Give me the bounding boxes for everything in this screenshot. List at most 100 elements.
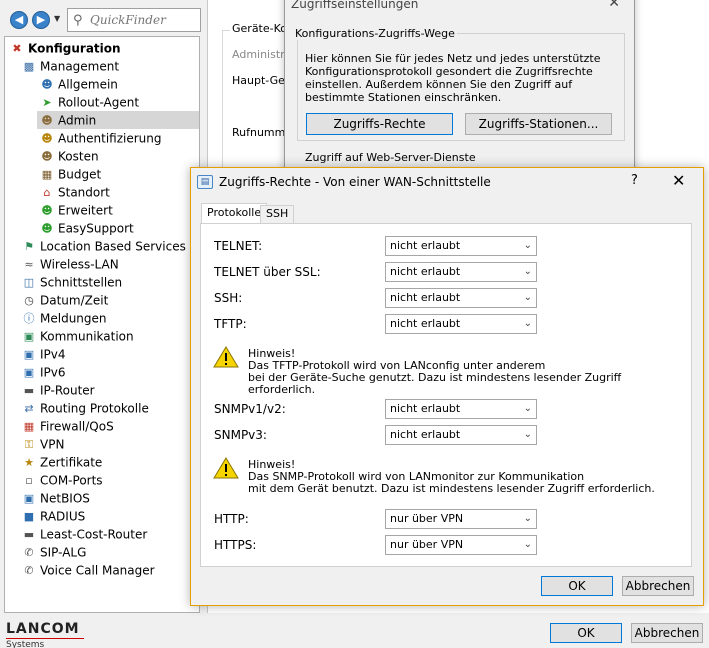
chevron-down-icon: ⌄ bbox=[523, 429, 532, 440]
telnet-label: TELNET: bbox=[214, 239, 263, 253]
quickfinder-input[interactable] bbox=[90, 11, 198, 29]
tree-item-label: Allgemein bbox=[58, 77, 118, 92]
router-icon: ▬ bbox=[23, 527, 35, 541]
tree-item-label: Datum/Zeit bbox=[40, 293, 109, 308]
user-key-icon: ☻ bbox=[41, 131, 53, 145]
tree-item-management[interactable]: ▩ Management bbox=[21, 57, 119, 75]
tftp-label: TFTP: bbox=[214, 317, 247, 331]
help-icon[interactable]: ? bbox=[631, 173, 638, 188]
ssh-select[interactable]: nicht erlaubt ⌄ bbox=[385, 288, 537, 308]
tree-item-location-based-services[interactable]: ⚑ Location Based Services bbox=[21, 237, 186, 255]
tree-item-erweitert[interactable]: ☻ Erweitert bbox=[39, 201, 113, 219]
tree-item-vpn[interactable]: ⚿ VPN bbox=[21, 435, 65, 453]
tree-item-kosten[interactable]: ☻ Kosten bbox=[39, 147, 99, 165]
tree-item-netbios[interactable]: ▣ NetBIOS bbox=[21, 489, 90, 507]
tree-item-easysupport[interactable]: ☻ EasySupport bbox=[39, 219, 133, 237]
tree-item-label: Konfiguration bbox=[28, 41, 121, 56]
dialog-ok-button[interactable]: OK bbox=[541, 576, 613, 596]
tree-item-label: Authentifizierung bbox=[58, 131, 162, 146]
tree-item-com-ports[interactable]: ▫ COM-Ports bbox=[21, 471, 103, 489]
tree-item-label: Kosten bbox=[58, 149, 99, 164]
snmpv3-label: SNMPv3: bbox=[214, 428, 267, 442]
warning-icon bbox=[213, 457, 239, 479]
telnet-select[interactable]: nicht erlaubt ⌄ bbox=[385, 236, 537, 256]
chevron-down-icon: ⌄ bbox=[523, 292, 532, 303]
snmpv1v2-value: nicht erlaubt bbox=[390, 402, 461, 415]
tree-item-authentifizierung[interactable]: ☻ Authentifizierung bbox=[39, 129, 162, 147]
tree-item-sip-alg[interactable]: ✆ SIP-ALG bbox=[21, 543, 86, 561]
tree-item-wireless-lan[interactable]: ≈ Wireless-LAN bbox=[21, 255, 118, 273]
close-icon[interactable]: ✕ bbox=[672, 171, 685, 190]
tree-item-routing-protokolle[interactable]: ⇄ Routing Protokolle bbox=[21, 399, 148, 417]
snmpv1v2-select[interactable]: nicht erlaubt ⌄ bbox=[385, 399, 537, 419]
telnet-ssl-select[interactable]: nicht erlaubt ⌄ bbox=[385, 262, 537, 282]
tab-ssh[interactable]: SSH bbox=[260, 205, 295, 223]
main-ok-button[interactable]: OK bbox=[550, 623, 622, 643]
tree-item-ipv4[interactable]: ▣ IPv4 bbox=[21, 345, 66, 363]
tree-item-budget[interactable]: ▦ Budget bbox=[39, 165, 101, 183]
https-value: nur über VPN bbox=[390, 538, 464, 551]
tree-item-meldungen[interactable]: ⓘ Meldungen bbox=[21, 309, 107, 327]
snmpv3-value: nicht erlaubt bbox=[390, 428, 461, 441]
tree-item-schnittstellen[interactable]: ◫ Schnittstellen bbox=[21, 273, 122, 291]
chevron-down-icon: ⌄ bbox=[523, 266, 532, 277]
config-access-group-title: Konfigurations-Zugriffs-Wege bbox=[293, 27, 457, 40]
snmpv3-select[interactable]: nicht erlaubt ⌄ bbox=[385, 425, 537, 445]
tree-item-konfiguration[interactable]: ✖ Konfiguration bbox=[9, 39, 121, 57]
search-icon: ⚲ bbox=[73, 13, 83, 28]
tree-item-label: Least-Cost-Router bbox=[40, 527, 148, 542]
certificate-icon: ★ bbox=[24, 455, 34, 469]
tree-item-zertifikate[interactable]: ★ Zertifikate bbox=[21, 453, 102, 471]
tree-item-standort[interactable]: ⌂ Standort bbox=[39, 183, 110, 201]
lancom-logo: LANCOM Systems bbox=[6, 621, 96, 648]
tree-item-label: COM-Ports bbox=[40, 473, 103, 488]
tree-item-label: Erweitert bbox=[58, 203, 113, 218]
tree-item-voice-call-manager[interactable]: ✆ Voice Call Manager bbox=[21, 561, 154, 579]
tree-item-allgemein[interactable]: ☻ Allgemein bbox=[39, 75, 118, 93]
radius-icon: ■ bbox=[23, 509, 35, 523]
tree-item-radius[interactable]: ■ RADIUS bbox=[21, 507, 85, 525]
dialog-window-icon: ▤ bbox=[197, 175, 213, 189]
tree-item-kommunikation[interactable]: ▣ Kommunikation bbox=[21, 327, 134, 345]
http-select[interactable]: nur über VPN ⌄ bbox=[385, 509, 537, 529]
wrench-icon: ✖ bbox=[12, 41, 22, 55]
tree-item-label: Standort bbox=[58, 185, 110, 200]
tree-item-firewall-qos[interactable]: ▦ Firewall/QoS bbox=[21, 417, 114, 435]
tree-item-ip-router[interactable]: ▬ IP-Router bbox=[21, 381, 95, 399]
tree-item-ipv6[interactable]: ▣ IPv6 bbox=[21, 363, 66, 381]
tftp-hint: Hinweis! Das TFTP-Protokoll wird von LAN… bbox=[248, 348, 678, 396]
chevron-down-icon: ⌄ bbox=[523, 513, 532, 524]
computer-icon: ▩ bbox=[23, 59, 35, 73]
flag-icon: ⚑ bbox=[24, 239, 34, 253]
access-stations-button[interactable]: Zugriffs-Stationen... bbox=[465, 113, 612, 135]
history-dropdown-icon[interactable]: ▼ bbox=[54, 14, 64, 24]
chevron-down-icon: ⌄ bbox=[523, 539, 532, 550]
forward-arrow-icon[interactable]: ▶ bbox=[32, 11, 50, 29]
users-icon: ☻ bbox=[41, 77, 53, 91]
budget-icon: ▦ bbox=[41, 167, 53, 181]
toolbar: ◀ ▶ ▼ ⚲ bbox=[0, 0, 205, 38]
tree-item-label: IPv6 bbox=[40, 365, 66, 380]
tftp-hint-line2: bei der Geräte-Suche genutzt. Dazu ist m… bbox=[248, 371, 622, 396]
tree-item-rollout-agent[interactable]: ➤ Rollout-Agent bbox=[39, 93, 139, 111]
tree-item-admin[interactable]: ☻ Admin bbox=[37, 111, 199, 129]
tree-item-label: Firewall/QoS bbox=[40, 419, 114, 434]
tree-item-datum-zeit[interactable]: ◷ Datum/Zeit bbox=[21, 291, 108, 309]
close-icon[interactable]: ✕ bbox=[608, 0, 620, 11]
quickfinder-box[interactable]: ⚲ bbox=[67, 8, 201, 32]
tab-protokolle[interactable]: Protokolle bbox=[201, 203, 268, 224]
access-settings-title: Zugriffseinstellungen bbox=[291, 0, 419, 11]
telnet-ssl-value: nicht erlaubt bbox=[390, 265, 461, 278]
tree-item-least-cost-router[interactable]: ▬ Least-Cost-Router bbox=[21, 525, 147, 543]
back-arrow-icon[interactable]: ◀ bbox=[10, 11, 28, 29]
main-cancel-button[interactable]: Abbrechen bbox=[631, 623, 703, 643]
tree-item-label: Schnittstellen bbox=[40, 275, 123, 290]
snmp-hint: Hinweis! Das SNMP-Protokoll wird von LAN… bbox=[248, 459, 678, 495]
snmpv1v2-label: SNMPv1/v2: bbox=[214, 402, 286, 416]
access-rights-button[interactable]: Zugriffs-Rechte bbox=[306, 113, 453, 135]
arrow-right-icon: ➤ bbox=[42, 95, 52, 109]
tftp-select[interactable]: nicht erlaubt ⌄ bbox=[385, 314, 537, 334]
https-select[interactable]: nur über VPN ⌄ bbox=[385, 535, 537, 555]
dialog-cancel-button[interactable]: Abbrechen bbox=[622, 576, 694, 596]
config-access-description: Hier können Sie für jedes Netz und jedes… bbox=[305, 52, 601, 104]
